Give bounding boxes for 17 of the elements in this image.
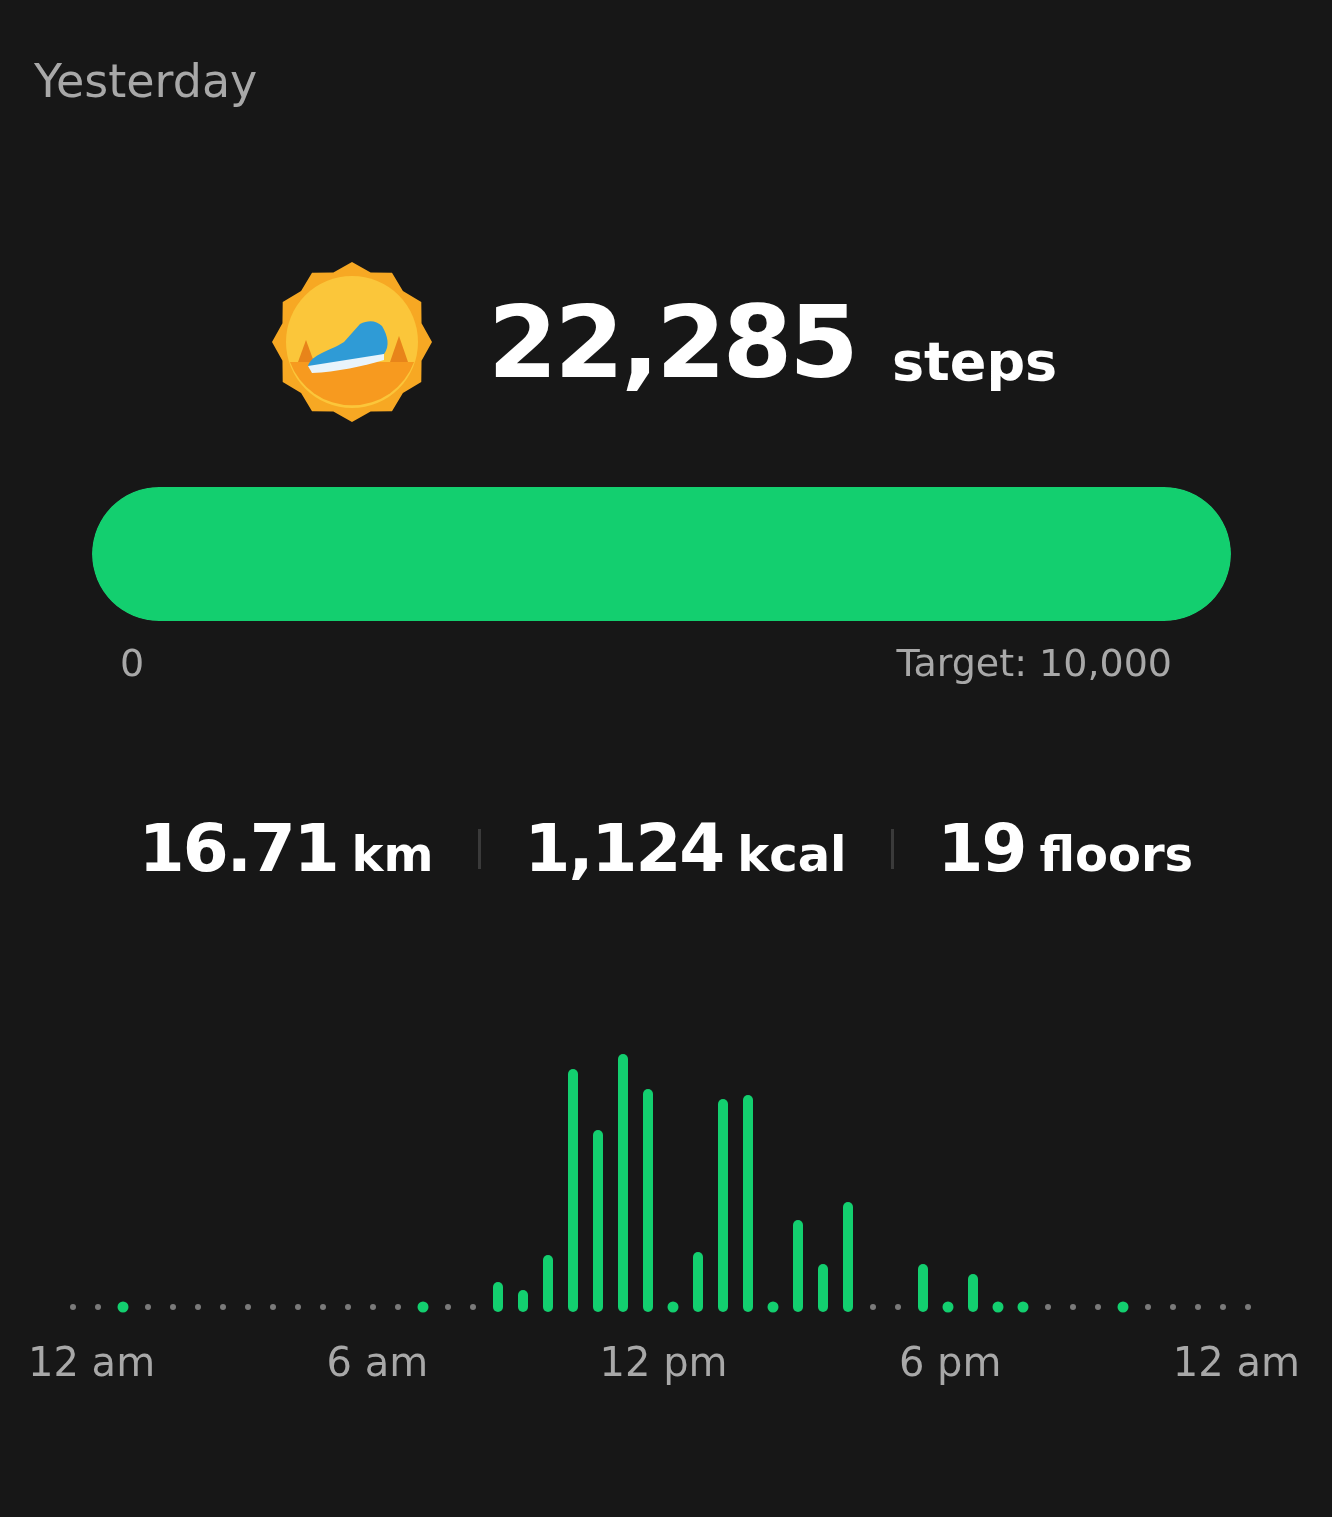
shoe-badge-icon xyxy=(272,262,432,423)
stat-unit: floors xyxy=(1039,826,1194,883)
stat-value: 19 xyxy=(937,810,1026,888)
time-axis-label: 12 am xyxy=(1172,1339,1300,1386)
target-label: Target: 10,000 xyxy=(896,641,1172,686)
stat-unit: km xyxy=(351,826,434,883)
stat-value: 16.71 xyxy=(138,810,338,888)
progress-start-label: 0 xyxy=(120,641,145,686)
time-axis-label: 12 am xyxy=(28,1339,156,1386)
time-axis-label: 12 pm xyxy=(599,1339,728,1386)
step-count: 22,285 xyxy=(488,283,856,401)
stat-unit: kcal xyxy=(737,826,847,883)
page-title: Yesterday xyxy=(34,54,259,110)
time-axis-label: 6 am xyxy=(326,1339,429,1386)
time-axis-label: 6 pm xyxy=(898,1339,1002,1386)
stat-value: 1,124 xyxy=(524,810,724,888)
step-unit: steps xyxy=(891,329,1058,393)
